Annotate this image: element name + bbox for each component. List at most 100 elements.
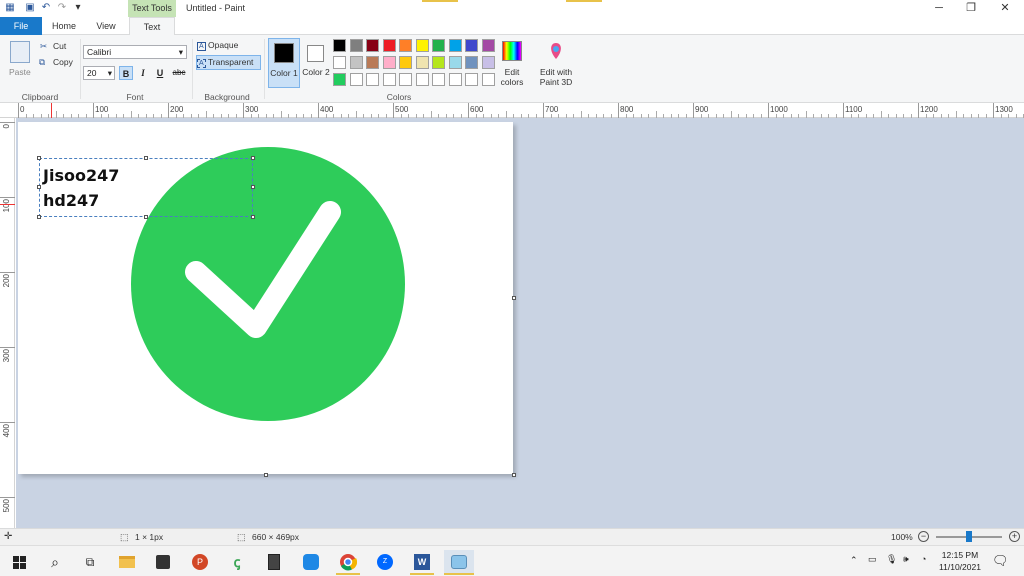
palette-swatch[interactable] (349, 73, 363, 86)
close-button[interactable]: ✕ (988, 0, 1022, 17)
palette-swatch[interactable] (366, 39, 379, 52)
canvas-workspace[interactable]: Jisoo247 hd247 (16, 118, 1024, 528)
font-size-select[interactable]: 20 ▾ (83, 66, 115, 80)
textbox-handle[interactable] (251, 156, 255, 160)
palette-swatch[interactable] (382, 73, 396, 86)
opaque-button[interactable]: A Opaque (197, 40, 261, 54)
copy-button[interactable]: Copy (53, 57, 73, 67)
textbox-handle[interactable] (144, 156, 148, 160)
palette-swatch[interactable] (432, 39, 445, 52)
color1-button[interactable]: Color 1 (268, 38, 300, 88)
palette-swatch[interactable] (448, 56, 462, 69)
word-icon[interactable]: W (407, 550, 437, 574)
paint-app-icon[interactable]: ▦ (4, 2, 16, 14)
task-view-icon[interactable]: ⧉ (75, 550, 105, 574)
calculator-icon[interactable] (259, 550, 289, 574)
textbox-handle[interactable] (37, 215, 41, 219)
palette-swatch[interactable] (333, 56, 346, 69)
canvas-resize-handle[interactable] (512, 296, 516, 300)
redo-icon[interactable]: ↷ (56, 2, 68, 14)
chevron-up-icon[interactable]: ⌃ (850, 555, 858, 566)
palette-swatch[interactable] (481, 73, 495, 86)
powerpoint-icon[interactable]: P (185, 550, 215, 574)
palette-swatch[interactable] (432, 73, 445, 86)
maximize-button[interactable]: ❐ (954, 0, 988, 17)
transparent-button[interactable]: A Transparent (196, 55, 261, 70)
minimize-button[interactable]: ─ (922, 0, 956, 17)
paint3d-icon[interactable] (546, 41, 566, 61)
paste-icon[interactable] (10, 41, 30, 63)
palette-swatch[interactable] (432, 56, 445, 69)
palette-swatch[interactable] (448, 73, 462, 86)
cut-button[interactable]: Cut (53, 41, 66, 51)
palette-swatch[interactable] (465, 56, 478, 69)
undo-icon[interactable]: ↶ (40, 2, 52, 14)
wifi-icon[interactable]: ◔ (921, 554, 926, 564)
microphone-icon[interactable]: 🎙 (886, 554, 897, 565)
palette-swatch[interactable] (366, 56, 379, 69)
paint-taskbar-icon[interactable] (444, 550, 474, 574)
notification-icon[interactable]: 🗨 (992, 553, 1009, 569)
zoom-out-button[interactable]: − (918, 531, 929, 542)
palette-swatch[interactable] (465, 73, 478, 86)
store-icon[interactable] (148, 550, 178, 574)
palette-swatch[interactable] (415, 73, 429, 86)
palette-swatch[interactable] (349, 56, 363, 69)
tab-view[interactable]: View (88, 17, 124, 35)
font-family-select[interactable]: Calibri ▾ (83, 45, 187, 59)
palette-swatch[interactable] (366, 73, 379, 86)
palette-swatch[interactable] (415, 56, 429, 69)
textbox-handle[interactable] (251, 215, 255, 219)
network-device-icon[interactable]: ▭ (868, 554, 877, 565)
save-icon[interactable]: ▣ (24, 2, 36, 14)
palette-swatch[interactable] (465, 39, 478, 52)
edit-colors-button[interactable]: Edit colors (498, 67, 526, 87)
italic-button[interactable]: I (136, 66, 150, 80)
palette-swatch[interactable] (481, 39, 495, 52)
palette-swatch[interactable] (399, 56, 412, 69)
textbox-handle[interactable] (251, 185, 255, 189)
volume-icon[interactable]: 🕪 (903, 554, 909, 565)
cut-icon[interactable]: ✂ (40, 41, 47, 52)
palette-swatch[interactable] (399, 73, 412, 86)
tab-text[interactable]: Text (129, 17, 175, 36)
zoom-slider-thumb[interactable] (966, 531, 972, 542)
app-icon[interactable] (296, 550, 326, 574)
palette-swatch[interactable] (333, 39, 346, 52)
drawing-canvas[interactable]: Jisoo247 hd247 (18, 122, 513, 474)
canvas-resize-handle[interactable] (512, 473, 516, 477)
palette-swatch[interactable] (349, 39, 363, 52)
clock-date[interactable]: 11/10/2021 (936, 562, 984, 572)
textbox-handle[interactable] (37, 156, 41, 160)
edit-colors-icon[interactable] (502, 41, 522, 61)
palette-swatch[interactable] (333, 73, 346, 86)
search-icon[interactable]: ⌕ (40, 550, 70, 574)
file-explorer-icon[interactable] (112, 550, 142, 574)
windows-start-icon[interactable] (4, 550, 34, 574)
strikethrough-button[interactable]: abc (170, 66, 188, 80)
textbox-handle[interactable] (37, 185, 41, 189)
canvas-text[interactable]: Jisoo247 hd247 (43, 163, 119, 213)
tab-file[interactable]: File (0, 17, 42, 35)
palette-swatch[interactable] (415, 39, 429, 52)
palette-swatch[interactable] (481, 56, 495, 69)
canvas-resize-handle[interactable] (264, 473, 268, 477)
customize-toolbar-icon[interactable]: ▾ (72, 2, 84, 14)
zalo-icon[interactable]: Z (370, 550, 400, 574)
paste-button[interactable]: Paste (9, 67, 31, 77)
edit-with-paint3d-button[interactable]: Edit with Paint 3D (534, 67, 578, 87)
chrome-icon[interactable] (333, 550, 363, 574)
zoom-in-button[interactable]: + (1009, 531, 1020, 542)
underline-button[interactable]: U (153, 66, 167, 80)
palette-swatch[interactable] (382, 39, 396, 52)
palette-swatch[interactable] (399, 39, 412, 52)
textbox-handle[interactable] (144, 215, 148, 219)
copy-icon[interactable]: ⧉ (39, 57, 45, 68)
clock-time[interactable]: 12:15 PM (936, 550, 984, 560)
text-box-selection[interactable]: Jisoo247 hd247 (39, 158, 253, 217)
palette-swatch[interactable] (382, 56, 396, 69)
palette-swatch[interactable] (448, 39, 462, 52)
coccoc-icon[interactable]: ꞔ (222, 550, 252, 574)
color2-button[interactable]: Color 2 (302, 38, 330, 88)
tab-home[interactable]: Home (46, 17, 82, 35)
